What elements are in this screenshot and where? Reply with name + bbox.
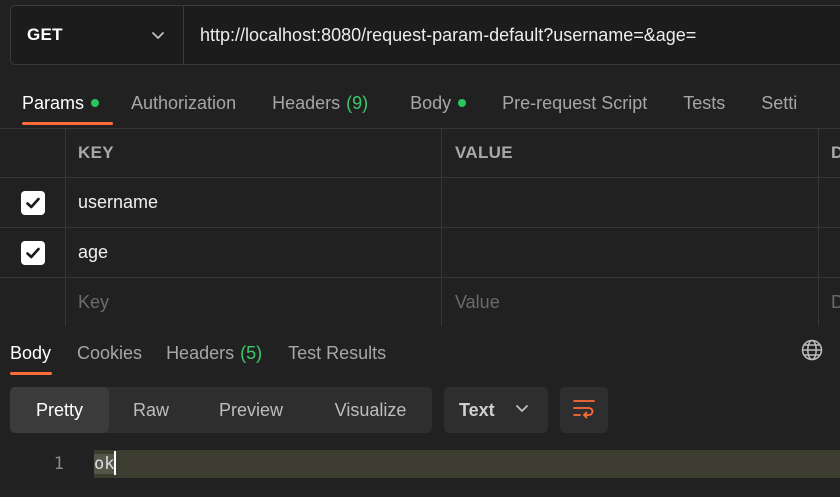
globe-icon[interactable]: [800, 338, 824, 362]
url-input[interactable]: http://localhost:8080/request-param-defa…: [184, 25, 696, 46]
wrap-lines-icon: [572, 397, 596, 424]
response-body-text[interactable]: ok: [94, 450, 117, 478]
new-value-input[interactable]: Value: [442, 278, 819, 326]
tab-response-body-label: Body: [10, 342, 52, 363]
tab-headers-label: Headers: [272, 92, 341, 113]
param-value-cell[interactable]: [442, 228, 819, 277]
table-row: username: [0, 178, 840, 228]
tab-params-label: Params: [22, 92, 85, 113]
param-desc-cell[interactable]: [819, 228, 840, 277]
tab-tests-label: Tests: [683, 92, 726, 113]
tab-cookies[interactable]: Cookies: [63, 332, 154, 374]
tab-response-headers-count: (5): [240, 342, 263, 363]
response-text: ok: [94, 454, 115, 474]
checkbox-checked-icon[interactable]: [20, 240, 45, 265]
tab-authorization[interactable]: Authorization: [117, 80, 254, 126]
table-row-new: Key Value D: [0, 278, 840, 326]
row-check-cell: [0, 178, 66, 227]
tab-headers[interactable]: Headers (9): [254, 80, 386, 126]
line-number: 1: [53, 454, 64, 474]
tab-tests[interactable]: Tests: [665, 80, 743, 126]
format-label: Text: [459, 399, 495, 420]
row-check-cell: [0, 228, 66, 277]
tab-cookies-label: Cookies: [77, 342, 143, 363]
method-label: GET: [27, 25, 63, 44]
header-check-cell: [0, 129, 66, 177]
view-visualize-button[interactable]: Visualize: [309, 387, 432, 433]
header-value: VALUE: [442, 129, 819, 177]
view-pretty-button[interactable]: Pretty: [10, 387, 109, 433]
tab-test-results-label: Test Results: [288, 342, 387, 363]
request-tabs: Params Authorization Headers (9) Body Pr…: [0, 78, 840, 128]
params-indicator-dot: [91, 99, 100, 107]
header-key: KEY: [66, 129, 442, 177]
param-key-cell[interactable]: username: [66, 178, 442, 227]
view-mode-selector: Pretty Raw Preview Visualize: [10, 387, 432, 433]
param-desc-cell[interactable]: [819, 178, 840, 227]
wrap-lines-button[interactable]: [560, 387, 608, 433]
tab-response-body[interactable]: Body: [0, 332, 63, 375]
tab-settings[interactable]: Setti: [743, 80, 797, 126]
param-value-cell[interactable]: [442, 178, 819, 227]
tab-headers-count: (9): [346, 92, 369, 113]
tab-response-headers[interactable]: Headers (5): [154, 332, 274, 374]
current-line-highlight: [94, 450, 840, 478]
tab-test-results[interactable]: Test Results: [274, 332, 398, 374]
params-header-row: KEY VALUE D: [0, 128, 840, 178]
tab-response-headers-label: Headers: [166, 342, 235, 363]
new-key-input[interactable]: Key: [66, 278, 442, 326]
format-select[interactable]: Text: [444, 387, 548, 433]
tab-settings-label: Setti: [761, 92, 798, 113]
chevron-down-icon: [514, 400, 530, 421]
tab-body[interactable]: Body: [386, 80, 484, 126]
new-desc-input[interactable]: D: [819, 278, 840, 326]
text-cursor: [114, 450, 117, 475]
header-description: D: [831, 143, 840, 162]
checkbox-checked-icon[interactable]: [20, 190, 45, 215]
method-select[interactable]: GET: [11, 6, 184, 64]
param-key-cell[interactable]: age: [66, 228, 442, 277]
response-tabs: Body Cookies Headers (5) Test Results: [0, 330, 840, 376]
chevron-down-icon: [149, 26, 167, 44]
view-raw-button[interactable]: Raw: [109, 387, 193, 433]
tab-authorization-label: Authorization: [131, 92, 237, 113]
view-preview-button[interactable]: Preview: [193, 387, 309, 433]
response-body-line: 1 ok: [0, 450, 840, 478]
tab-pre-request-label: Pre-request Script: [502, 92, 648, 113]
tab-params[interactable]: Params: [0, 80, 117, 126]
params-table: KEY VALUE D username age Key Value D: [0, 128, 840, 326]
tab-body-label: Body: [410, 92, 452, 113]
row-check-cell: [0, 278, 66, 326]
body-indicator-dot: [458, 99, 467, 107]
tab-pre-request-script[interactable]: Pre-request Script: [484, 80, 665, 126]
request-url-bar: GET http://localhost:8080/request-param-…: [10, 5, 840, 65]
table-row: age: [0, 228, 840, 278]
